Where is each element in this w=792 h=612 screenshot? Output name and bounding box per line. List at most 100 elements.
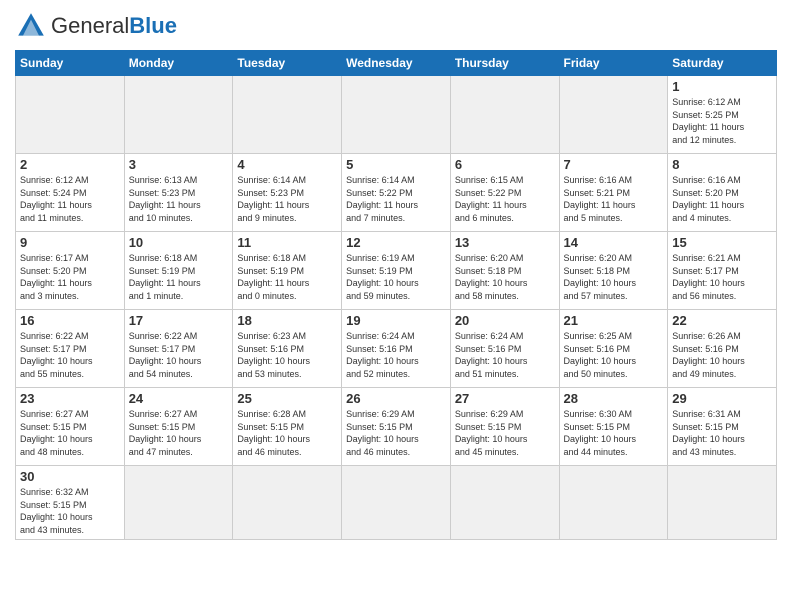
day-cell	[342, 466, 451, 540]
week-row-0: 1 Sunrise: 6:12 AM Sunset: 5:25 PM Daylig…	[16, 76, 777, 154]
day-number: 30	[20, 469, 120, 484]
day-info: Sunrise: 6:16 AM Sunset: 5:20 PM Dayligh…	[672, 174, 772, 224]
day-cell	[233, 76, 342, 154]
day-cell: 20Sunrise: 6:24 AM Sunset: 5:16 PM Dayli…	[450, 310, 559, 388]
week-row-2: 9 Sunrise: 6:17 AM Sunset: 5:20 PM Daylig…	[16, 232, 777, 310]
day-number: 25	[237, 391, 337, 406]
logo-icon	[15, 10, 47, 42]
day-info: Sunrise: 6:21 AM Sunset: 5:17 PM Dayligh…	[672, 252, 772, 302]
day-cell: 23 Sunrise: 6:27 AM Sunset: 5:15 PM Dayli…	[16, 388, 125, 466]
day-info: Sunrise: 6:17 AM Sunset: 5:20 PM Dayligh…	[20, 252, 120, 302]
day-number: 2	[20, 157, 120, 172]
day-cell: 6 Sunrise: 6:15 AM Sunset: 5:22 PM Daylig…	[450, 154, 559, 232]
day-cell	[559, 76, 668, 154]
day-cell: 7 Sunrise: 6:16 AM Sunset: 5:21 PM Daylig…	[559, 154, 668, 232]
day-number: 29	[672, 391, 772, 406]
day-cell	[124, 76, 233, 154]
day-number: 7	[564, 157, 664, 172]
day-number: 21	[564, 313, 664, 328]
day-cell: 28Sunrise: 6:30 AM Sunset: 5:15 PM Dayli…	[559, 388, 668, 466]
day-info: Sunrise: 6:22 AM Sunset: 5:17 PM Dayligh…	[20, 330, 120, 380]
day-cell: 13 Sunrise: 6:20 AM Sunset: 5:18 PM Dayli…	[450, 232, 559, 310]
day-info: Sunrise: 6:25 AM Sunset: 5:16 PM Dayligh…	[564, 330, 664, 380]
day-info: Sunrise: 6:29 AM Sunset: 5:15 PM Dayligh…	[346, 408, 446, 458]
day-number: 13	[455, 235, 555, 250]
day-info: Sunrise: 6:13 AM Sunset: 5:23 PM Dayligh…	[129, 174, 229, 224]
day-info: Sunrise: 6:18 AM Sunset: 5:19 PM Dayligh…	[129, 252, 229, 302]
day-cell	[124, 466, 233, 540]
day-cell: 16 Sunrise: 6:22 AM Sunset: 5:17 PM Dayli…	[16, 310, 125, 388]
day-number: 23	[20, 391, 120, 406]
day-number: 6	[455, 157, 555, 172]
week-row-1: 2 Sunrise: 6:12 AM Sunset: 5:24 PM Daylig…	[16, 154, 777, 232]
day-info: Sunrise: 6:12 AM Sunset: 5:24 PM Dayligh…	[20, 174, 120, 224]
header: GeneralBlue	[15, 10, 777, 42]
day-number: 19	[346, 313, 446, 328]
day-number: 1	[672, 79, 772, 94]
day-cell: 9 Sunrise: 6:17 AM Sunset: 5:20 PM Daylig…	[16, 232, 125, 310]
day-info: Sunrise: 6:16 AM Sunset: 5:21 PM Dayligh…	[564, 174, 664, 224]
day-number: 5	[346, 157, 446, 172]
day-info: Sunrise: 6:26 AM Sunset: 5:16 PM Dayligh…	[672, 330, 772, 380]
day-header-thursday: Thursday	[450, 51, 559, 76]
day-cell: 27Sunrise: 6:29 AM Sunset: 5:15 PM Dayli…	[450, 388, 559, 466]
day-number: 9	[20, 235, 120, 250]
day-header-tuesday: Tuesday	[233, 51, 342, 76]
day-number: 3	[129, 157, 229, 172]
day-info: Sunrise: 6:15 AM Sunset: 5:22 PM Dayligh…	[455, 174, 555, 224]
day-info: Sunrise: 6:20 AM Sunset: 5:18 PM Dayligh…	[564, 252, 664, 302]
day-cell	[16, 76, 125, 154]
day-cell: 10 Sunrise: 6:18 AM Sunset: 5:19 PM Dayli…	[124, 232, 233, 310]
day-number: 11	[237, 235, 337, 250]
day-info: Sunrise: 6:18 AM Sunset: 5:19 PM Dayligh…	[237, 252, 337, 302]
day-cell: 17Sunrise: 6:22 AM Sunset: 5:17 PM Dayli…	[124, 310, 233, 388]
day-header-sunday: Sunday	[16, 51, 125, 76]
day-cell: 1 Sunrise: 6:12 AM Sunset: 5:25 PM Daylig…	[668, 76, 777, 154]
day-cell: 18 Sunrise: 6:23 AM Sunset: 5:16 PM Dayli…	[233, 310, 342, 388]
week-row-4: 23 Sunrise: 6:27 AM Sunset: 5:15 PM Dayli…	[16, 388, 777, 466]
day-info: Sunrise: 6:27 AM Sunset: 5:15 PM Dayligh…	[129, 408, 229, 458]
day-number: 28	[564, 391, 664, 406]
day-number: 18	[237, 313, 337, 328]
day-header-friday: Friday	[559, 51, 668, 76]
day-number: 27	[455, 391, 555, 406]
day-number: 26	[346, 391, 446, 406]
day-cell: 24 Sunrise: 6:27 AM Sunset: 5:15 PM Dayli…	[124, 388, 233, 466]
day-cell: 5Sunrise: 6:14 AM Sunset: 5:22 PM Daylig…	[342, 154, 451, 232]
day-cell: 4Sunrise: 6:14 AM Sunset: 5:23 PM Daylig…	[233, 154, 342, 232]
day-number: 16	[20, 313, 120, 328]
day-info: Sunrise: 6:12 AM Sunset: 5:25 PM Dayligh…	[672, 96, 772, 146]
day-info: Sunrise: 6:24 AM Sunset: 5:16 PM Dayligh…	[346, 330, 446, 380]
day-info: Sunrise: 6:20 AM Sunset: 5:18 PM Dayligh…	[455, 252, 555, 302]
calendar: SundayMondayTuesdayWednesdayThursdayFrid…	[15, 50, 777, 540]
day-cell: 19 Sunrise: 6:24 AM Sunset: 5:16 PM Dayli…	[342, 310, 451, 388]
day-cell	[450, 76, 559, 154]
day-header-monday: Monday	[124, 51, 233, 76]
day-cell: 2 Sunrise: 6:12 AM Sunset: 5:24 PM Daylig…	[16, 154, 125, 232]
day-cell: 11 Sunrise: 6:18 AM Sunset: 5:19 PM Dayli…	[233, 232, 342, 310]
day-number: 12	[346, 235, 446, 250]
day-cell	[668, 466, 777, 540]
day-number: 8	[672, 157, 772, 172]
day-info: Sunrise: 6:27 AM Sunset: 5:15 PM Dayligh…	[20, 408, 120, 458]
day-cell	[450, 466, 559, 540]
day-info: Sunrise: 6:31 AM Sunset: 5:15 PM Dayligh…	[672, 408, 772, 458]
day-number: 24	[129, 391, 229, 406]
day-info: Sunrise: 6:23 AM Sunset: 5:16 PM Dayligh…	[237, 330, 337, 380]
day-cell: 26 Sunrise: 6:29 AM Sunset: 5:15 PM Dayli…	[342, 388, 451, 466]
day-header-wednesday: Wednesday	[342, 51, 451, 76]
logo-text: GeneralBlue	[51, 13, 177, 39]
day-info: Sunrise: 6:32 AM Sunset: 5:15 PM Dayligh…	[20, 486, 120, 536]
day-cell	[342, 76, 451, 154]
day-number: 14	[564, 235, 664, 250]
logo: GeneralBlue	[15, 10, 177, 42]
day-cell: 29 Sunrise: 6:31 AM Sunset: 5:15 PM Dayli…	[668, 388, 777, 466]
day-number: 10	[129, 235, 229, 250]
week-row-5: 30 Sunrise: 6:32 AM Sunset: 5:15 PM Dayli…	[16, 466, 777, 540]
day-cell	[559, 466, 668, 540]
day-info: Sunrise: 6:24 AM Sunset: 5:16 PM Dayligh…	[455, 330, 555, 380]
day-cell: 22Sunrise: 6:26 AM Sunset: 5:16 PM Dayli…	[668, 310, 777, 388]
day-cell: 8 Sunrise: 6:16 AM Sunset: 5:20 PM Daylig…	[668, 154, 777, 232]
day-info: Sunrise: 6:19 AM Sunset: 5:19 PM Dayligh…	[346, 252, 446, 302]
day-cell: 12 Sunrise: 6:19 AM Sunset: 5:19 PM Dayli…	[342, 232, 451, 310]
